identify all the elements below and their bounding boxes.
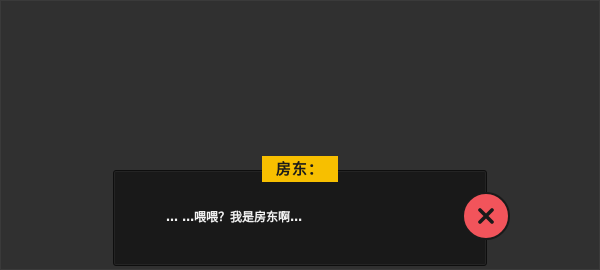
close-button[interactable] xyxy=(462,192,510,240)
dialog-line: … …喂喂？我是房东啊… xyxy=(166,210,303,224)
speaker-name-tag: 房东： xyxy=(262,156,338,182)
close-icon xyxy=(478,208,494,224)
